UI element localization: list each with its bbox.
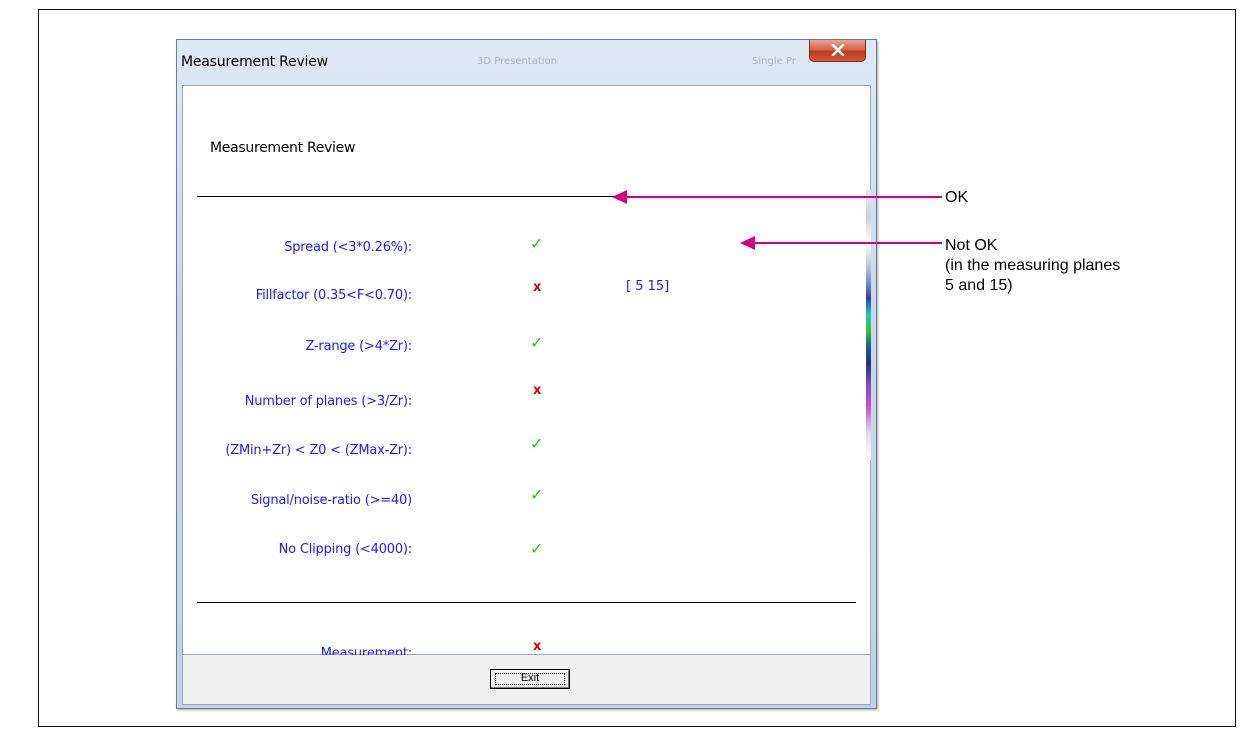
ok-arrowhead-icon: [612, 190, 627, 204]
not-ok-callout-line-3: 5 and 15): [945, 277, 1013, 294]
not-ok-callout-text: Not OK (in the measuring planes 5 and 15…: [945, 236, 1120, 296]
not-ok-callout-line-1: Not OK: [945, 237, 998, 254]
callout-arrows: [612, 190, 942, 250]
not-ok-callout-line-2: (in the measuring planes: [945, 257, 1121, 274]
ok-callout-text: OK: [945, 189, 969, 206]
not-ok-arrowhead-icon: [740, 236, 755, 250]
